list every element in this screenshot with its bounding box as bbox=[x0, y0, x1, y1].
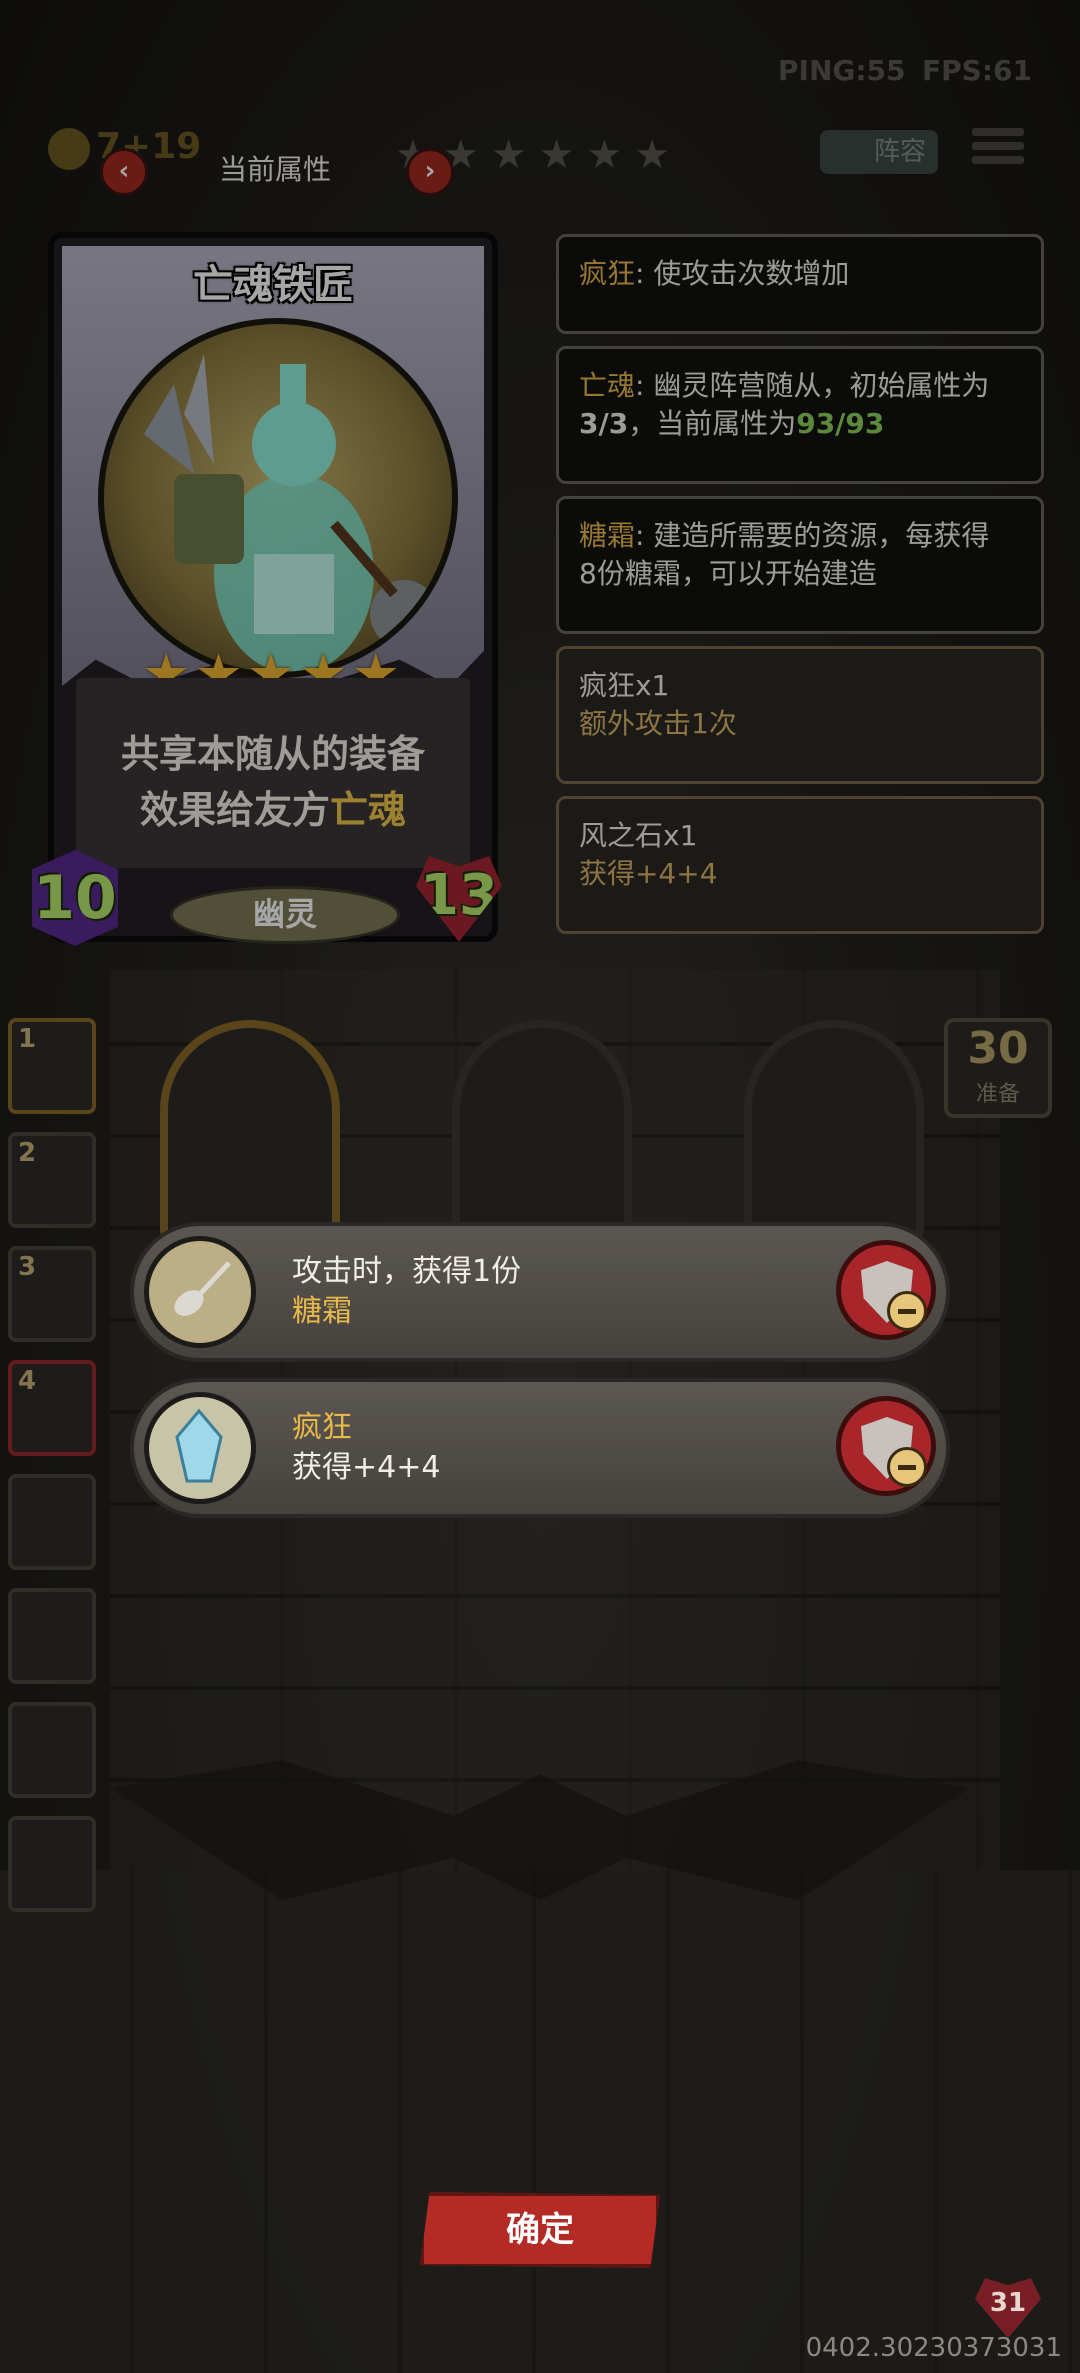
equipment-line1: 疯狂 bbox=[292, 1410, 352, 1445]
wind-stone-icon bbox=[144, 1392, 256, 1504]
unequip-button[interactable] bbox=[836, 1240, 936, 1340]
minus-icon bbox=[887, 1447, 927, 1487]
modal-overlay bbox=[0, 0, 1080, 2373]
equipment-row: 攻击时，获得1份 糖霜 bbox=[130, 1222, 950, 1362]
equipment-desc: 攻击时，获得1份 糖霜 bbox=[292, 1252, 521, 1332]
minus-icon bbox=[887, 1291, 927, 1331]
equipment-desc: 疯狂 获得+4+4 bbox=[292, 1408, 440, 1488]
confirm-button[interactable]: 确定 bbox=[420, 2192, 660, 2268]
version-label: 0402.30230373031 bbox=[805, 2333, 1062, 2363]
spoon-icon bbox=[144, 1236, 256, 1348]
equipment-line1: 攻击时，获得1份 bbox=[292, 1254, 522, 1289]
equipment-row: 疯狂 获得+4+4 bbox=[130, 1378, 950, 1518]
unequip-button[interactable] bbox=[836, 1396, 936, 1496]
equipment-line2: 糖霜 bbox=[292, 1294, 352, 1329]
equipment-line2: 获得+4+4 bbox=[292, 1450, 441, 1485]
